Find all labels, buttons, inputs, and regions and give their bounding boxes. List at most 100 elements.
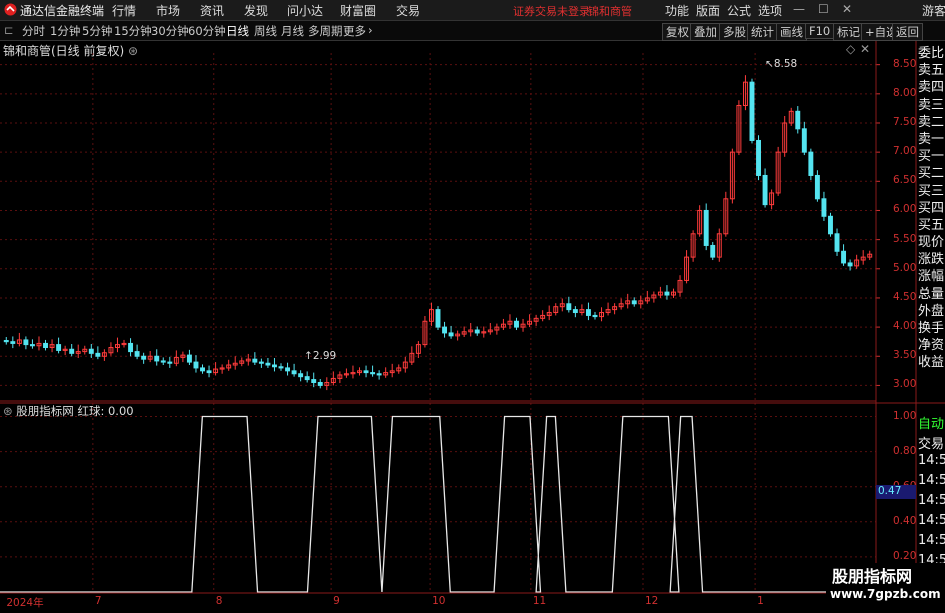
sidebar-quote-label[interactable]: 涨幅 <box>918 265 945 284</box>
sidebar-quote-label[interactable]: 买四 <box>918 197 945 216</box>
sidebar-trade-time[interactable]: 14:56 <box>918 533 945 553</box>
chart-frame <box>0 41 945 609</box>
indicator-tick-label: 0.40 <box>893 514 917 527</box>
auto-toggle[interactable]: 自动 <box>918 413 945 433</box>
x-tick-label: 2024年 <box>6 597 44 609</box>
x-tick-label: 8 <box>215 595 223 607</box>
price-tick-label: 6.00 <box>893 203 917 216</box>
sidebar-quote-label[interactable]: 总量 <box>918 283 945 302</box>
candle-body <box>23 339 29 346</box>
candle-body <box>442 326 448 334</box>
price-tick-label: 7.00 <box>893 145 917 158</box>
candle-body <box>828 215 833 235</box>
quote-sidebar: 委比 卖五 卖四 卖三 卖二 卖一 买一 买二 买三 买四 买五 现价 涨跌 涨幅 总量 外盘 换手 净资 收益 <box>918 42 945 370</box>
candle-body <box>703 209 709 246</box>
chart-canvas <box>0 41 945 609</box>
watermark-url: www.7gpzb.com <box>830 587 941 601</box>
indicator-current-value: 0.47 <box>876 485 916 499</box>
candle-body <box>317 382 323 386</box>
price-tick-label: 8.00 <box>893 86 917 99</box>
watermark: 股朋指标网 www.7gpzb.com <box>826 563 945 609</box>
candle-body <box>252 358 258 363</box>
sidebar-quote-label[interactable]: 卖一 <box>918 128 945 147</box>
candle-body <box>710 244 716 258</box>
price-tick-label: 4.00 <box>893 320 917 333</box>
sidebar-quote-label[interactable]: 收益 <box>918 351 945 370</box>
x-tick-label: 7 <box>94 595 102 607</box>
candle-body <box>572 309 578 314</box>
candle-body <box>285 367 291 372</box>
candle-body <box>43 342 48 349</box>
sidebar-quote-label[interactable]: 买二 <box>918 162 945 181</box>
candle-body <box>291 370 297 375</box>
sidebar-trade-time[interactable]: 14:56 <box>918 473 945 493</box>
high-price-label: ↖8.58 <box>765 58 798 70</box>
candle-body <box>154 355 160 362</box>
sidebar-quote-label[interactable]: 买三 <box>918 180 945 199</box>
price-tick-label: 7.50 <box>893 115 917 128</box>
candle-body <box>200 367 205 372</box>
price-tick-label: 8.50 <box>893 57 917 70</box>
candle-body <box>3 340 9 343</box>
sidebar-quote-label[interactable]: 净资 <box>918 334 945 353</box>
candle-body <box>88 348 94 354</box>
sidebar-quote-label[interactable]: 委比 <box>918 42 945 61</box>
candle-body <box>821 198 827 217</box>
sidebar-quote-label[interactable]: 买一 <box>918 145 945 164</box>
indicator-tick-label: 0.20 <box>893 549 917 562</box>
sidebar-quote-label[interactable]: 卖五 <box>918 59 945 78</box>
sidebar-trade-time[interactable]: 14:56 <box>918 493 945 513</box>
candle-body <box>298 373 304 378</box>
candle-body <box>514 320 519 328</box>
x-tick-label: 11 <box>532 595 547 607</box>
candle-body <box>756 139 761 176</box>
sidebar-quote-label[interactable]: 外盘 <box>918 300 945 319</box>
candle-body <box>474 329 480 334</box>
sidebar-quote-label[interactable]: 买五 <box>918 214 945 233</box>
candle-body <box>749 81 755 141</box>
candle-body <box>363 370 369 374</box>
candle-body <box>304 376 310 381</box>
sidebar-quote-label[interactable]: 现价 <box>918 231 945 250</box>
candle-body <box>160 360 166 363</box>
price-tick-label: 5.50 <box>893 232 917 245</box>
sidebar-trade-time[interactable]: 交易 <box>918 433 945 453</box>
candle-body <box>193 361 199 369</box>
candle-body <box>258 361 264 364</box>
sidebar-quote-label[interactable]: 涨跌 <box>918 248 945 267</box>
candle-body <box>592 314 598 318</box>
candle-body <box>631 300 637 305</box>
candle-body <box>585 309 591 316</box>
candle-body <box>69 348 75 354</box>
x-tick-label: 12 <box>644 595 659 607</box>
candle-body <box>128 342 134 353</box>
candle-body <box>762 174 768 206</box>
candle-body <box>801 128 807 153</box>
price-tick-label: 4.50 <box>893 290 917 303</box>
candle-body <box>29 344 35 347</box>
candle-body <box>141 355 147 360</box>
sidebar-quote-label[interactable]: 卖二 <box>918 111 945 130</box>
candle-body <box>834 233 840 252</box>
candle-body <box>814 174 820 200</box>
low-price-label: ↑2.99 <box>304 350 337 362</box>
price-tick-label: 3.50 <box>893 349 917 362</box>
candle-body <box>435 309 441 328</box>
sidebar-trade-time[interactable]: 14:56 <box>918 453 945 473</box>
candle-body <box>10 341 16 344</box>
indicator-tick-label: 1.00 <box>893 409 917 422</box>
price-candles <box>3 75 873 391</box>
candle-body <box>206 370 212 374</box>
candle-body <box>566 303 572 311</box>
candle-body <box>808 151 814 176</box>
candle-body <box>841 250 847 264</box>
sidebar-trade-time[interactable]: 14:56 <box>918 513 945 533</box>
sidebar-quote-label[interactable]: 换手 <box>918 317 945 336</box>
sidebar-quote-label[interactable]: 卖三 <box>918 94 945 113</box>
candle-body <box>186 354 192 363</box>
candle-body <box>448 332 454 337</box>
sidebar-quote-label[interactable]: 卖四 <box>918 76 945 95</box>
candle-body <box>847 262 853 267</box>
candle-body <box>95 352 101 357</box>
indicator-series-line <box>0 415 876 593</box>
